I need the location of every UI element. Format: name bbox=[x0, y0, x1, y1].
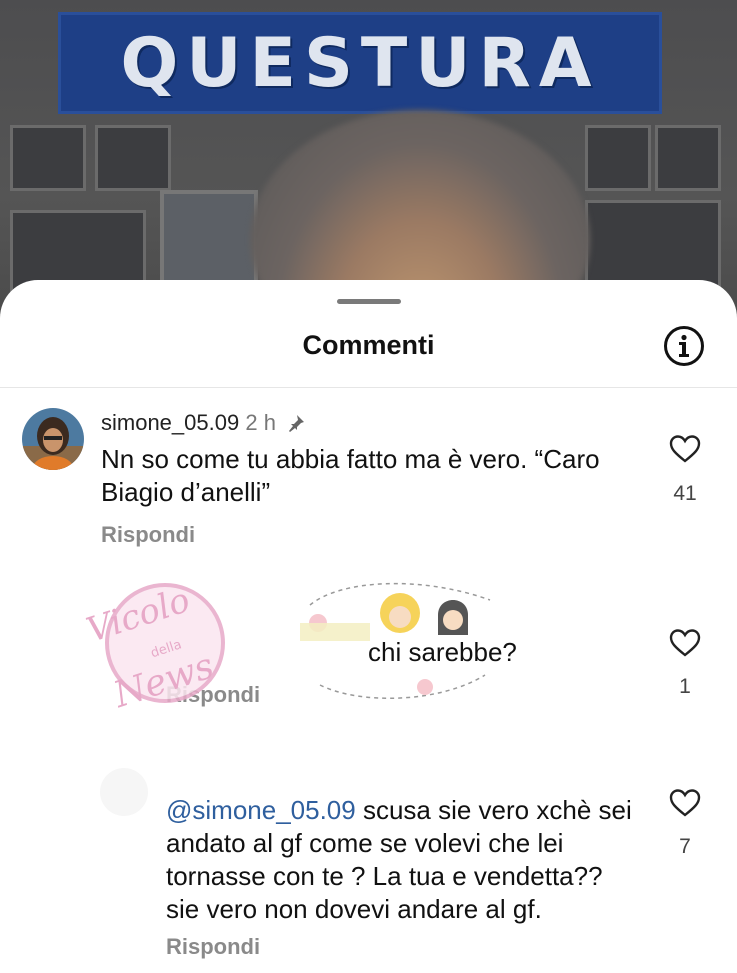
building-window bbox=[10, 125, 86, 191]
comment-time: 2 h bbox=[245, 410, 276, 435]
comment-mention[interactable]: @simone_05.09 bbox=[166, 795, 356, 825]
vicolo-della-news-watermark: Vicolo della News bbox=[82, 580, 225, 716]
header-divider bbox=[0, 387, 737, 388]
sheet-title: Commenti bbox=[302, 330, 435, 360]
pin-icon bbox=[289, 415, 305, 432]
like-count: 7 bbox=[679, 835, 691, 858]
heart-icon[interactable] bbox=[669, 628, 701, 658]
reply-button[interactable]: Rispondi bbox=[101, 522, 195, 548]
sign-text: QUESTURA bbox=[120, 23, 600, 103]
heart-icon[interactable] bbox=[669, 788, 701, 818]
building-window bbox=[95, 125, 171, 191]
like-count: 1 bbox=[679, 675, 691, 698]
info-circle-icon[interactable] bbox=[663, 325, 705, 367]
comment-user-line: simone_05.09 2 h bbox=[101, 410, 306, 436]
reply-button[interactable]: Rispondi bbox=[166, 934, 260, 960]
building-window bbox=[655, 125, 721, 191]
decorative-sticker bbox=[300, 582, 491, 700]
sheet-drag-handle[interactable] bbox=[337, 299, 401, 304]
questura-sign: QUESTURA bbox=[58, 12, 662, 114]
comment-text: Nn so come tu abbia fatto ma è vero. “Ca… bbox=[101, 444, 600, 507]
comment-username[interactable]: simone_05.09 bbox=[101, 410, 239, 435]
building-window bbox=[585, 125, 651, 191]
avatar[interactable] bbox=[22, 408, 84, 470]
comment-text: @simone_05.09 scusa sie vero xchè sei an… bbox=[166, 794, 636, 926]
heart-icon[interactable] bbox=[669, 434, 701, 464]
like-count: 41 bbox=[673, 482, 697, 505]
avatar[interactable] bbox=[100, 768, 148, 816]
